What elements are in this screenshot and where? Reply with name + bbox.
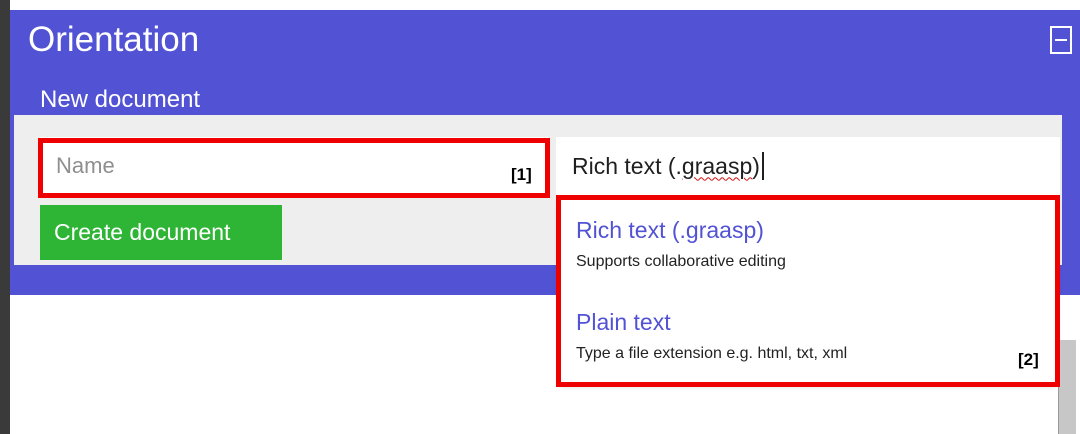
option-description: Type a file extension e.g. html, txt, xm…	[576, 345, 848, 362]
text-caret	[761, 152, 764, 180]
option-plain-text[interactable]: Plain text Type a file extension e.g. ht…	[576, 308, 847, 364]
minus-square-icon[interactable]	[1050, 26, 1072, 54]
window-edge	[0, 0, 10, 434]
document-name-input[interactable]	[40, 137, 548, 195]
create-document-button[interactable]: Create document	[40, 205, 282, 260]
panel-title: Orientation	[28, 20, 200, 59]
option-description: Supports collaborative editing	[576, 253, 786, 270]
document-type-input[interactable]: Rich text (.graasp)	[556, 137, 1060, 195]
document-type-value: Rich text (.graasp)	[572, 153, 760, 180]
minus-bar	[1055, 39, 1067, 41]
annotation-label-2: [2]	[1018, 350, 1039, 369]
type-value-end: )	[752, 152, 760, 179]
option-title: Rich text (.graasp)	[576, 217, 764, 243]
scrollbar[interactable]	[1058, 340, 1076, 434]
section-title: New document	[40, 86, 201, 113]
document-type-dropdown: Rich text (.graasp) Supports collaborati…	[560, 198, 1056, 384]
option-title: Plain text	[576, 309, 671, 335]
annotation-label-1: [1]	[511, 165, 532, 184]
type-value-main: Rich text (.	[572, 152, 682, 179]
type-value-misspelled: graasp	[681, 152, 753, 179]
option-rich-text[interactable]: Rich text (.graasp) Supports collaborati…	[576, 216, 786, 272]
